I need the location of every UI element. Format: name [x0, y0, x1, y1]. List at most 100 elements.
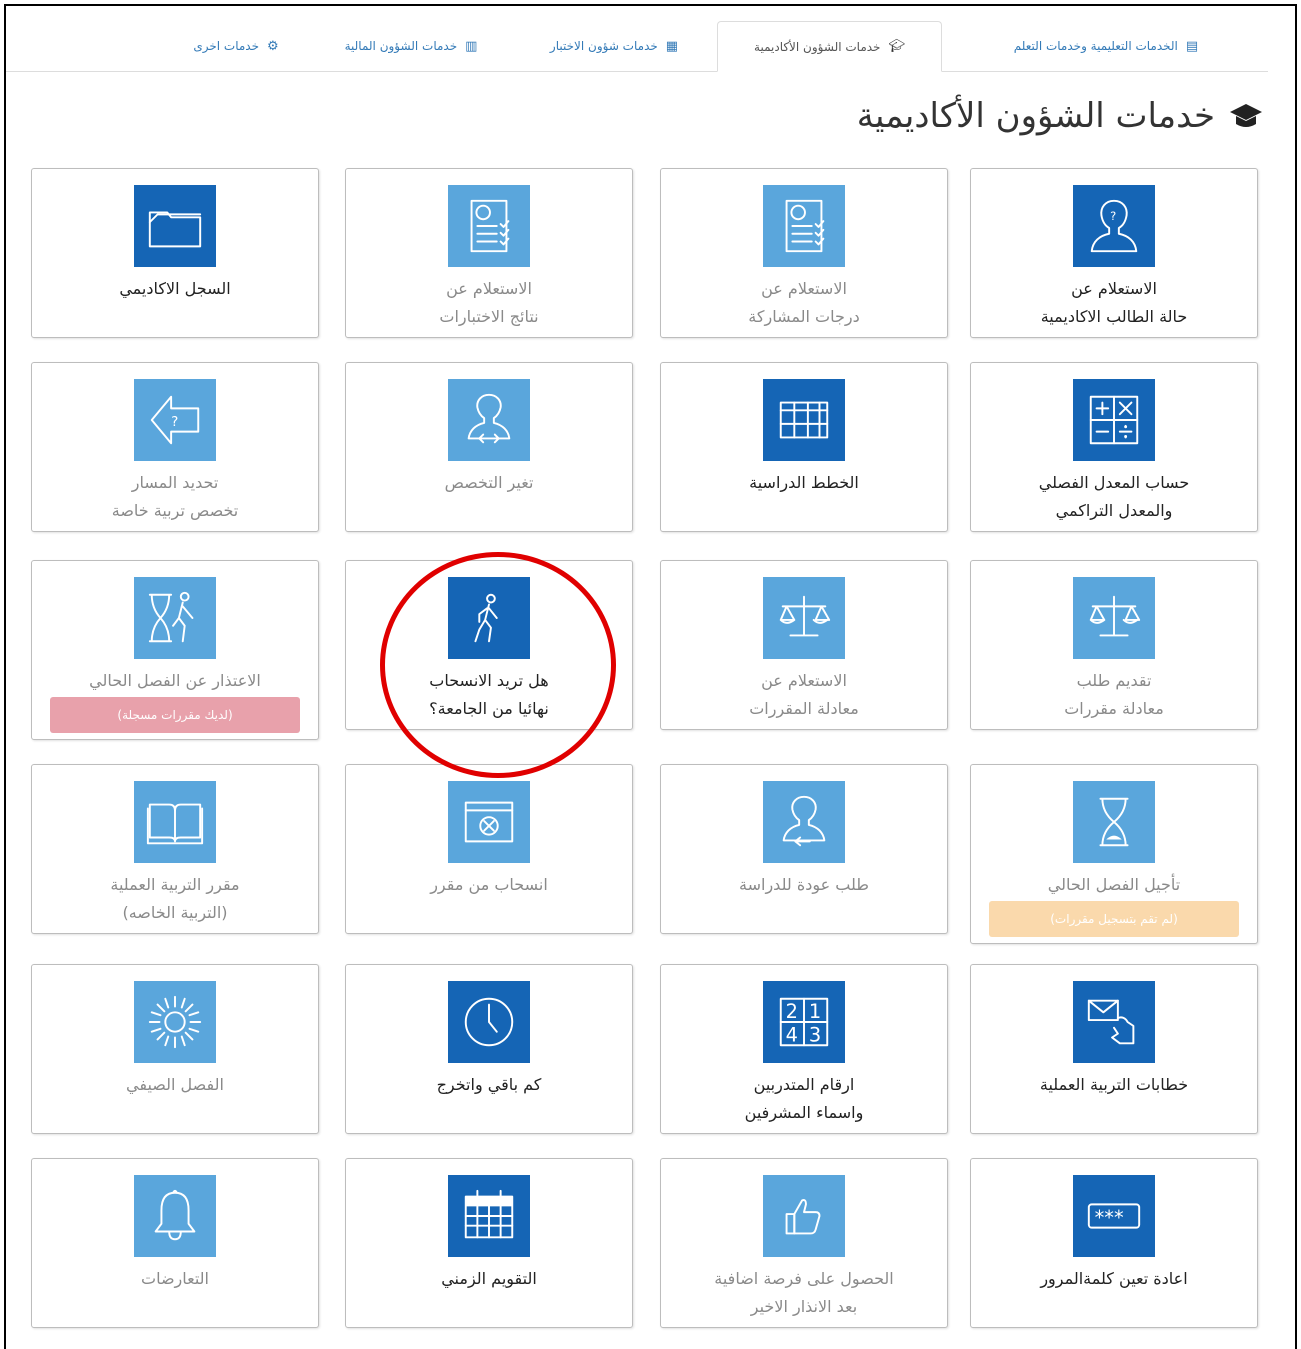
service-card-label: ارقام المتدربين واسماء المشرفين — [744, 1075, 864, 1122]
svg-text:3: 3 — [809, 1023, 821, 1046]
service-card-label: حساب المعدل الفصلي والمعدل التراكمي — [1038, 473, 1190, 520]
service-card-label: السجل الاكاديمي — [119, 279, 231, 298]
service-card[interactable]: الاستعلام عن درجات المشاركة — [660, 168, 948, 338]
bell-icon — [134, 1175, 216, 1257]
service-card[interactable]: *** اعادة تعين كلمةالمرور — [970, 1158, 1258, 1328]
service-card-label: الخطط الدراسية — [749, 473, 859, 492]
service-card[interactable]: هل تريد الانسحاب نهائيا من الجامعة؟ — [345, 560, 633, 730]
graduation-cap-icon: 🎓︎ — [888, 39, 905, 54]
service-card-label: الاستعلام عن نتائج الاختبارات — [439, 279, 539, 326]
service-card[interactable]: تغير التخصص — [345, 362, 633, 532]
service-card[interactable]: الاستعلام عن معادلة المقررات — [660, 560, 948, 730]
page-title-text: خدمات الشؤون الأكاديمية — [856, 96, 1215, 136]
walking-person-icon — [448, 577, 530, 659]
svg-text:?: ? — [1110, 209, 1116, 223]
svg-text:?: ? — [171, 414, 178, 430]
tab-label: الخدمات التعليمية وخدمات التعلم — [1013, 39, 1178, 53]
service-card-label: تحديد المسار تخصص تربية خاصة — [111, 473, 239, 520]
exam-sheet-icon — [448, 185, 530, 267]
exam-sheet-icon — [763, 185, 845, 267]
service-card-label: الاستعلام عن معادلة المقررات — [749, 671, 859, 718]
service-card[interactable]: الاستعلام عن نتائج الاختبارات — [345, 168, 633, 338]
calendar-icon — [448, 1175, 530, 1257]
service-card-label: الاعتذار عن الفصل الحالي — [89, 671, 261, 690]
tab-label: خدمات اخرى — [193, 39, 260, 53]
money-icon: ▥ — [465, 38, 478, 54]
tab-bar: ▤ الخدمات التعليمية وخدمات التعلم 🎓︎ خدم… — [6, 6, 1268, 72]
tab-label: خدمات شؤون الاختبار — [549, 39, 658, 53]
service-card-label: الحصول على فرصة اضافية بعد الانذار الاخي… — [714, 1269, 894, 1316]
graduation-cap-icon — [1230, 104, 1262, 127]
numbers-grid-icon: 2143 — [763, 981, 845, 1063]
service-card[interactable]: انسحاب من مقرر — [345, 764, 633, 934]
service-card-label: تغير التخصص — [444, 473, 534, 492]
calculator-icon: ▦ — [665, 38, 679, 54]
tab-exam-affairs[interactable]: ▦ خدمات شؤون الاختبار — [514, 21, 714, 71]
person-arrows-icon — [448, 379, 530, 461]
gear-icon: ⚙ — [267, 38, 279, 54]
open-book-icon — [134, 781, 216, 863]
scales-icon — [1073, 577, 1155, 659]
tab-financial-affairs[interactable]: ▥ خدمات الشؤون المالية — [311, 21, 511, 71]
person-back-icon — [763, 781, 845, 863]
status-badge: (لم تقم بتسجيل مقررات) — [989, 901, 1239, 937]
svg-text:4: 4 — [786, 1023, 798, 1046]
service-card[interactable]: التعارضات — [31, 1158, 319, 1328]
service-card[interactable]: كم باقي واتخرج — [345, 964, 633, 1134]
service-card[interactable]: التقويم الزمني — [345, 1158, 633, 1328]
service-card[interactable]: الفصل الصيفي — [31, 964, 319, 1134]
svg-text:***: *** — [1095, 1206, 1124, 1229]
thumbs-up-icon — [763, 1175, 845, 1257]
student-head-icon: ? — [1073, 185, 1155, 267]
service-card[interactable]: السجل الاكاديمي — [31, 168, 319, 338]
tab-divider — [6, 71, 1268, 72]
document-list-icon: ▤ — [1185, 38, 1199, 54]
page-title: خدمات الشؤون الأكاديمية — [857, 96, 1263, 136]
service-card[interactable]: خطابات التربية العملية — [970, 964, 1258, 1134]
service-card-label: مقرر التربية العملية (التربية الخاصه) — [110, 875, 240, 922]
envelope-hand-icon — [1073, 981, 1155, 1063]
service-card[interactable]: الخطط الدراسية — [660, 362, 948, 532]
service-card[interactable]: الحصول على فرصة اضافية بعد الانذار الاخي… — [660, 1158, 948, 1328]
folder-icon — [134, 185, 216, 267]
service-card-label: الفصل الصيفي — [126, 1075, 224, 1094]
service-card[interactable]: حساب المعدل الفصلي والمعدل التراكمي — [970, 362, 1258, 532]
service-card[interactable]: تأجيل الفصل الحالي (لم تقم بتسجيل مقررات) — [970, 764, 1258, 944]
table-grid-icon — [763, 379, 845, 461]
direction-arrow-icon: ? — [134, 379, 216, 461]
service-card[interactable]: مقرر التربية العملية (التربية الخاصه) — [31, 764, 319, 934]
service-card-label: اعادة تعين كلمةالمرور — [1040, 1269, 1188, 1288]
clock-icon — [448, 981, 530, 1063]
service-card-label: التعارضات — [141, 1269, 209, 1288]
page-frame: ▤ الخدمات التعليمية وخدمات التعلم 🎓︎ خدم… — [4, 4, 1297, 1349]
tab-academic-affairs[interactable]: 🎓︎ خدمات الشؤون الأكاديمية — [717, 21, 942, 72]
calculator-icon — [1073, 379, 1155, 461]
tab-label: خدمات الشؤون المالية — [344, 39, 458, 53]
service-card[interactable]: 2 1 4 3 ارقام المتدربين واسماء المشرفين — [660, 964, 948, 1134]
service-card[interactable]: الاعتذار عن الفصل الحالي (لديك مقررات مسج… — [31, 560, 319, 740]
service-card-label: الاستعلام عن درجات المشاركة — [748, 279, 860, 326]
service-card-label: تأجيل الفصل الحالي — [1047, 875, 1181, 894]
service-card[interactable]: ? تحديد المسار تخصص تربية خاصة — [31, 362, 319, 532]
tab-educational-services[interactable]: ▤ الخدمات التعليمية وخدمات التعلم — [944, 21, 1268, 71]
service-card[interactable]: تقديم طلب معادلة مقررات — [970, 560, 1258, 730]
hourglass-person-icon — [134, 577, 216, 659]
service-card-label: كم باقي واتخرج — [436, 1075, 542, 1094]
svg-text:2: 2 — [786, 1000, 798, 1023]
hourglass-icon — [1073, 781, 1155, 863]
sun-icon — [134, 981, 216, 1063]
cancel-window-icon — [448, 781, 530, 863]
service-card-label: التقويم الزمني — [441, 1269, 537, 1288]
service-card-label: تقديم طلب معادلة مقررات — [1064, 671, 1164, 718]
svg-text:1: 1 — [809, 1000, 821, 1023]
service-card-label: خطابات التربية العملية — [1039, 1075, 1189, 1094]
tab-label: خدمات الشؤون الأكاديمية — [754, 39, 881, 54]
service-card-label: طلب عودة للدراسة — [739, 875, 869, 894]
tab-other-services[interactable]: ⚙ خدمات اخرى — [166, 21, 306, 71]
status-badge: (لديك مقررات مسجلة) — [50, 697, 300, 733]
password-icon: *** — [1073, 1175, 1155, 1257]
service-card-label: هل تريد الانسحاب نهائيا من الجامعة؟ — [429, 671, 549, 718]
service-card[interactable]: طلب عودة للدراسة — [660, 764, 948, 934]
scales-icon — [763, 577, 845, 659]
service-card[interactable]: ? الاستعلام عن حالة الطالب الاكاديمية — [970, 168, 1258, 338]
